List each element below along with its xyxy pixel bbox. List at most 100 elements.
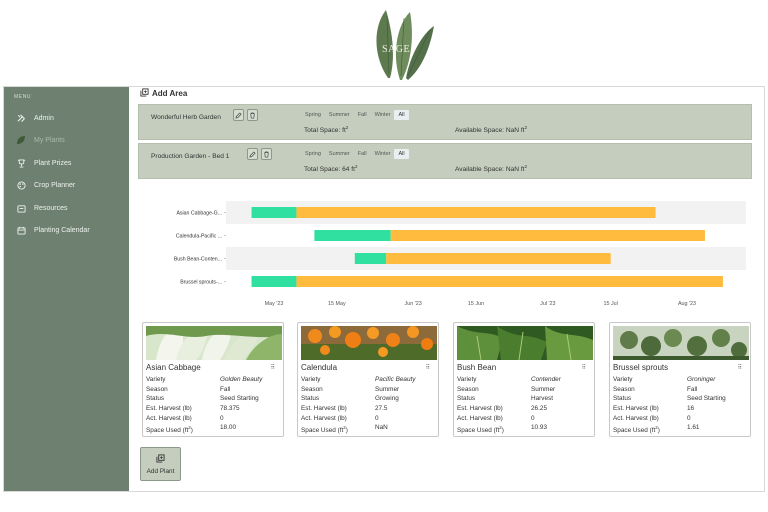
- sidebar-item-admin[interactable]: Admin: [16, 113, 54, 123]
- detail-row: Status Growing: [301, 394, 435, 404]
- detail-key: Status: [613, 395, 632, 403]
- detail-value: 10.93: [531, 424, 547, 432]
- grow-phase-bar[interactable]: [296, 276, 723, 287]
- detail-value: 18.00: [220, 424, 236, 432]
- sidebar-item-planting-calendar[interactable]: Planting Calendar: [16, 225, 90, 235]
- plant-name: Bush Bean: [457, 363, 497, 372]
- detail-row: Act. Harvest (lb) 0: [146, 414, 280, 424]
- row-label: Asian Cabbage-G...: [176, 211, 222, 217]
- detail-row: Act. Harvest (lb) 0: [301, 414, 435, 424]
- detail-value: 0: [220, 414, 224, 422]
- plant-card[interactable]: Asian Cabbage ⠿ Variety Golden Beauty Season…: [142, 322, 284, 437]
- seed-phase-bar[interactable]: [354, 253, 387, 264]
- sidebar-item-crop-planner[interactable]: Crop Planner: [16, 180, 75, 190]
- detail-key: Est. Harvest (lb): [457, 405, 503, 413]
- detail-key: Season: [613, 385, 635, 393]
- total-space: Total Space: 64 ft2: [304, 164, 358, 174]
- season-filter: Spring Summer Fall Winter All: [301, 110, 409, 120]
- seed-phase-bar[interactable]: [251, 207, 297, 218]
- delete-area-button[interactable]: [247, 109, 258, 121]
- add-copy-icon: [140, 88, 149, 99]
- season-all[interactable]: All: [394, 149, 409, 159]
- detail-key: Est. Harvest (lb): [613, 405, 659, 413]
- detail-row: Status Seed Starting: [613, 394, 747, 404]
- detail-key: Est. Harvest (lb): [301, 405, 347, 413]
- plant-card[interactable]: Brussel sprouts ⠿ Variety Groninger Season Fa…: [609, 322, 751, 437]
- detail-key: Space Used (ft2): [613, 425, 660, 435]
- delete-area-button[interactable]: [261, 148, 272, 160]
- card-menu-icon[interactable]: ⠿: [426, 364, 430, 371]
- seed-phase-bar[interactable]: [314, 230, 391, 241]
- plant-details: Variety Golden Beauty Season Fall Status Seed…: [146, 375, 280, 435]
- season-all[interactable]: All: [394, 110, 409, 120]
- detail-key: Variety: [146, 376, 166, 383]
- detail-row: Season Fall: [613, 385, 747, 395]
- available-space: Available Space: NaN ft2: [455, 125, 528, 135]
- detail-row: Space Used (ft2) NaN: [301, 423, 435, 434]
- sidebar-item-resources[interactable]: Resources: [16, 203, 67, 213]
- edit-area-button[interactable]: [233, 109, 244, 121]
- detail-value: 78.375: [220, 405, 240, 413]
- detail-key: Act. Harvest (lb): [613, 414, 659, 422]
- sage-logo: SAGE: [366, 8, 436, 82]
- pencil-icon: [249, 150, 256, 158]
- x-tick-label: Aug '23: [678, 301, 696, 307]
- detail-value: Growing: [375, 395, 399, 403]
- area-row: Wonderful Herb Garden Spring Summer Fall…: [138, 104, 752, 140]
- seed-phase-bar[interactable]: [251, 276, 297, 287]
- card-menu-icon[interactable]: ⠿: [582, 364, 586, 371]
- sidebar: MENU Admin My Plants Plant Prizes Crop P…: [4, 87, 129, 491]
- plant-photo: [301, 326, 437, 360]
- detail-value: Summer: [375, 385, 400, 393]
- detail-value: Summer: [531, 385, 556, 393]
- plant-photo: [457, 326, 593, 360]
- add-area-button[interactable]: Add Area: [140, 88, 187, 99]
- edit-area-button[interactable]: [247, 148, 258, 160]
- sidebar-item-label: My Plants: [34, 136, 65, 144]
- detail-value: NaN: [375, 424, 388, 432]
- season-fall[interactable]: Fall: [354, 149, 371, 159]
- grow-phase-bar[interactable]: [390, 230, 705, 241]
- detail-key: Variety: [301, 376, 321, 383]
- season-winter[interactable]: Winter: [371, 149, 395, 159]
- detail-row: Status Seed Starting: [146, 394, 280, 404]
- detail-value: Harvest: [531, 395, 554, 403]
- plant-card[interactable]: Bush Bean ⠿ Variety Contender Season Summer St…: [453, 322, 595, 437]
- sidebar-item-my-plants[interactable]: My Plants: [16, 135, 65, 145]
- leaf-icon: [16, 135, 26, 145]
- detail-value: Seed Starting: [220, 395, 259, 403]
- detail-row: Space Used (ft2) 10.93: [457, 423, 591, 434]
- season-fall[interactable]: Fall: [354, 110, 371, 120]
- sidebar-item-label: Crop Planner: [34, 181, 76, 189]
- season-winter[interactable]: Winter: [371, 110, 395, 120]
- detail-key: Variety: [457, 376, 477, 383]
- plant-name: Asian Cabbage: [146, 363, 201, 372]
- card-menu-icon[interactable]: ⠿: [271, 364, 275, 371]
- detail-row: Act. Harvest (lb) 0: [613, 414, 747, 424]
- season-spring[interactable]: Spring: [301, 110, 325, 120]
- add-plant-button[interactable]: Add Plant: [140, 447, 181, 481]
- detail-key: Est. Harvest (lb): [146, 405, 192, 413]
- sidebar-item-label: Plant Prizes: [34, 159, 72, 167]
- x-tick-label: 15 Jun: [468, 301, 484, 307]
- grow-phase-bar[interactable]: [386, 253, 611, 264]
- plant-card[interactable]: Calendula ⠿ Variety Pacific Beauty Season Sum…: [297, 322, 439, 437]
- pencil-icon: [235, 111, 242, 119]
- add-copy-icon: [156, 453, 165, 465]
- season-summer[interactable]: Summer: [325, 110, 354, 120]
- season-summer[interactable]: Summer: [325, 149, 354, 159]
- total-space: Total Space: ft2: [304, 125, 349, 135]
- season-spring[interactable]: Spring: [301, 149, 325, 159]
- card-menu-icon[interactable]: ⠿: [738, 364, 742, 371]
- grow-phase-bar[interactable]: [296, 207, 656, 218]
- x-tick-label: Jul '23: [540, 301, 555, 307]
- detail-key: Season: [457, 385, 479, 393]
- sidebar-item-plant-prizes[interactable]: Plant Prizes: [16, 158, 71, 168]
- detail-value: Contender: [531, 376, 561, 383]
- detail-value: Fall: [687, 385, 698, 393]
- detail-row: Variety Groninger: [613, 375, 747, 385]
- trash-icon: [264, 151, 269, 157]
- x-tick-label: Jun '23: [405, 301, 422, 307]
- detail-row: Space Used (ft2) 18.00: [146, 423, 280, 434]
- plant-details: Variety Groninger Season Fall Status Seed Sta…: [613, 375, 747, 435]
